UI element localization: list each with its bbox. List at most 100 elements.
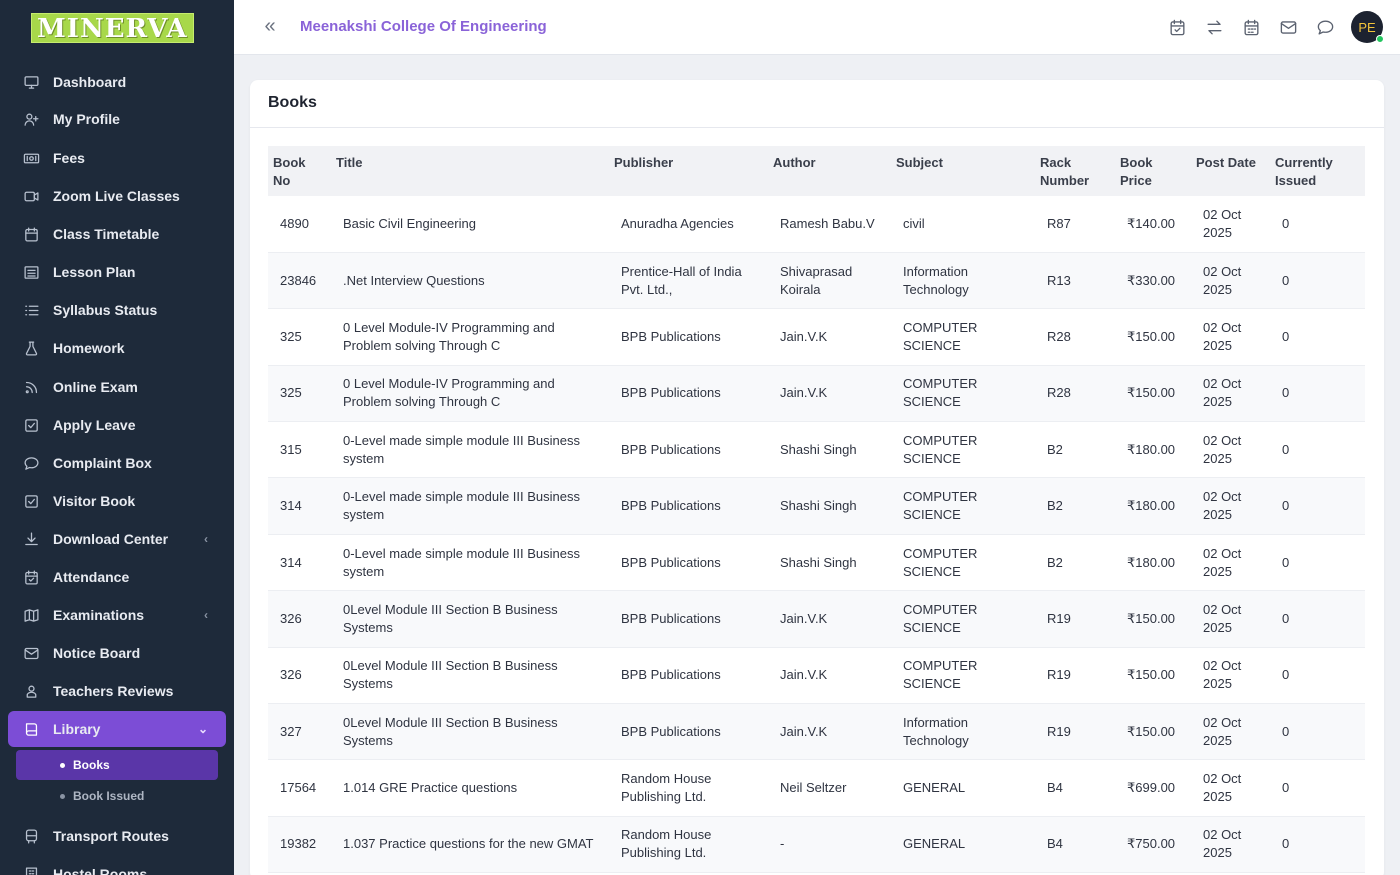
cell-rack-number: R28 [1035, 308, 1115, 366]
cell-title: 0 Level Module-IV Programming and Proble… [331, 308, 609, 366]
cell-subject: Information Technology [891, 252, 1035, 310]
sidebar-item-download-center[interactable]: Download Center ‹ [8, 521, 226, 557]
column-header-subject[interactable]: Subject [891, 146, 1035, 196]
cell-post-date: 02 Oct 2025 [1191, 647, 1270, 705]
sidebar-item-complaint-box[interactable]: Complaint Box [8, 445, 226, 481]
table-row[interactable]: 327 0Level Module III Section B Business … [268, 703, 1365, 761]
cell-book-price: ₹180.00 [1115, 477, 1191, 535]
table-row[interactable]: 326 0Level Module III Section B Business … [268, 647, 1365, 705]
cell-rack-number: B2 [1035, 534, 1115, 592]
college-name[interactable]: Meenakshi College Of Engineering [300, 18, 547, 35]
cell-book-no: 315 [268, 421, 331, 479]
sidebar-item-library[interactable]: Library ⌄ [8, 711, 226, 747]
sidebar-item-label: Examinations [53, 607, 145, 623]
logo[interactable]: MINERVA [31, 13, 194, 44]
table-body: 4890 Basic Civil Engineering Anuradha Agen… [268, 196, 1365, 874]
logo-container: MINERVA [0, 0, 234, 56]
list-icon [22, 263, 40, 281]
column-header-publisher[interactable]: Publisher [609, 146, 768, 196]
sidebar-subitem-books[interactable]: Books [16, 750, 218, 780]
calendar-icon[interactable] [1242, 18, 1262, 38]
column-header-currently-issued[interactable]: Currently Issued [1270, 146, 1365, 196]
cell-post-date: 02 Oct 2025 [1191, 365, 1270, 423]
cell-book-no: 314 [268, 477, 331, 535]
column-header-rack-number[interactable]: Rack Number [1035, 146, 1115, 196]
cell-book-price: ₹330.00 [1115, 252, 1191, 310]
cell-currently-issued: 0 [1270, 647, 1365, 705]
chat-bubble-icon[interactable] [1316, 18, 1336, 38]
cell-post-date: 02 Oct 2025 [1191, 252, 1270, 310]
cell-book-price: ₹180.00 [1115, 421, 1191, 479]
sidebar-item-online-exam[interactable]: Online Exam [8, 369, 226, 405]
cell-post-date: 02 Oct 2025 [1191, 477, 1270, 535]
cell-currently-issued: 0 [1270, 534, 1365, 592]
cell-author: - [768, 816, 891, 874]
column-header-book-price[interactable]: Book Price [1115, 146, 1191, 196]
sidebar-item-syllabus-status[interactable]: Syllabus Status [8, 292, 226, 328]
sidebar-item-dashboard[interactable]: Dashboard [8, 64, 226, 100]
cell-title: 0Level Module III Section B Business Sys… [331, 647, 609, 705]
swap-icon[interactable] [1205, 18, 1225, 38]
cell-post-date: 02 Oct 2025 [1191, 816, 1270, 874]
table-row[interactable]: 19382 1.037 Practice questions for the ne… [268, 816, 1365, 874]
building-icon [22, 865, 40, 875]
table-row[interactable]: 17564 1.014 GRE Practice questions Random … [268, 759, 1365, 817]
mail-icon[interactable] [1279, 18, 1299, 38]
sidebar-item-apply-leave[interactable]: Apply Leave [8, 407, 226, 443]
sidebar-item-attendance[interactable]: Attendance [8, 559, 226, 595]
calendar-check-icon[interactable] [1168, 18, 1188, 38]
cell-currently-issued: 0 [1270, 703, 1365, 761]
table-row[interactable]: 4890 Basic Civil Engineering Anuradha Agen… [268, 196, 1365, 253]
table-row[interactable]: 326 0Level Module III Section B Business … [268, 590, 1365, 648]
sidebar-item-visitor-book[interactable]: Visitor Book [8, 483, 226, 519]
sidebar-item-examinations[interactable]: Examinations ‹ [8, 597, 226, 633]
table-row[interactable]: 314 0-Level made simple module III Busine… [268, 534, 1365, 592]
table-row[interactable]: 325 0 Level Module-IV Programming and Pro… [268, 365, 1365, 423]
cell-book-no: 314 [268, 534, 331, 592]
user-plus-icon [22, 110, 40, 128]
sidebar-subitem-book-issued[interactable]: Book Issued [16, 781, 218, 811]
table-row[interactable]: 314 0-Level made simple module III Busine… [268, 477, 1365, 535]
users-icon [22, 682, 40, 700]
cell-publisher: BPB Publications [609, 703, 768, 761]
avatar-initials: PE [1358, 19, 1376, 35]
sidebar-item-zoom-live-classes[interactable]: Zoom Live Classes [8, 178, 226, 214]
sidebar-item-notice-board[interactable]: Notice Board [8, 635, 226, 671]
table-row[interactable]: 315 0-Level made simple module III Busine… [268, 421, 1365, 479]
user-avatar[interactable]: PE [1351, 11, 1384, 43]
top-header: « Meenakshi College Of Engineering PE [234, 0, 1400, 55]
cell-subject: COMPUTER SCIENCE [891, 590, 1035, 648]
cell-book-no: 326 [268, 647, 331, 705]
cell-rack-number: R28 [1035, 365, 1115, 423]
sidebar-item-label: My Profile [53, 111, 120, 127]
table-row[interactable]: 325 0 Level Module-IV Programming and Pro… [268, 308, 1365, 366]
chat-icon [22, 454, 40, 472]
column-header-post-date[interactable]: Post Date [1191, 146, 1270, 196]
sidebar-item-my-profile[interactable]: My Profile [8, 101, 226, 137]
cell-book-price: ₹150.00 [1115, 590, 1191, 648]
money-icon [22, 149, 40, 167]
column-header-title[interactable]: Title [331, 146, 609, 196]
cell-publisher: BPB Publications [609, 534, 768, 592]
cell-author: Shivaprasad Koirala [768, 252, 891, 310]
sidebar-item-class-timetable[interactable]: Class Timetable [8, 216, 226, 252]
sidebar-item-label: Teachers Reviews [53, 683, 174, 699]
sidebar-item-lesson-plan[interactable]: Lesson Plan [8, 254, 226, 290]
cell-subject: GENERAL [891, 816, 1035, 874]
sidebar-item-teachers-reviews[interactable]: Teachers Reviews [8, 673, 226, 709]
column-header-book-no[interactable]: Book No [268, 146, 331, 196]
sidebar-item-homework[interactable]: Homework [8, 330, 226, 366]
cell-author: Jain.V.K [768, 647, 891, 705]
column-header-author[interactable]: Author [768, 146, 891, 196]
sidebar-item-fees[interactable]: Fees [8, 140, 226, 176]
download-icon [22, 530, 40, 548]
rss-icon [22, 378, 40, 396]
sidebar-item-transport-routes[interactable]: Transport Routes [8, 818, 226, 854]
cell-publisher: Prentice-Hall of India Pvt. Ltd., [609, 252, 768, 310]
cell-rack-number: B2 [1035, 477, 1115, 535]
collapse-sidebar-icon[interactable]: « [260, 16, 280, 37]
cell-title: 1.014 GRE Practice questions [331, 759, 609, 817]
sidebar-item-hostel-rooms[interactable]: Hostel Rooms [8, 856, 226, 875]
table-row[interactable]: 23846 .Net Interview Questions Prentice-Ha… [268, 252, 1365, 310]
check-square-icon [22, 492, 40, 510]
